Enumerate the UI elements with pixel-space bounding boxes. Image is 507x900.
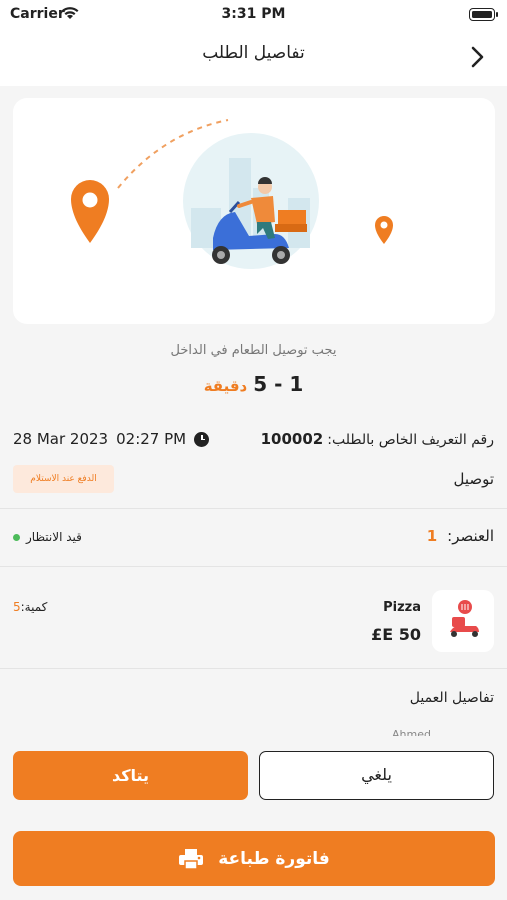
product-quantity: كمية:5 bbox=[13, 600, 47, 614]
divider bbox=[0, 566, 507, 567]
order-datetime: 28 Mar 2023 02:27 PM bbox=[13, 430, 210, 448]
product-price: £E 50 bbox=[371, 625, 421, 644]
payment-method-badge: الدفع عند الاستلام bbox=[13, 465, 114, 493]
qty-label: كمية: bbox=[20, 600, 48, 614]
delivery-type: توصيل bbox=[453, 470, 494, 488]
nav-bar: تفاصيل الطلب bbox=[0, 30, 507, 86]
customer-name: Ahmed bbox=[392, 728, 431, 736]
estimate-unit: دقيقة bbox=[203, 377, 248, 395]
estimate-label: يجب توصيل الطعام في الداخل bbox=[170, 343, 337, 358]
divider bbox=[0, 508, 507, 509]
print-invoice-button[interactable]: فاتورة طباعة bbox=[13, 831, 495, 886]
items-count-row: العنصر: 1 bbox=[427, 527, 494, 545]
product-name: Pizza bbox=[383, 600, 421, 615]
action-bar: يلغي يتاكد فاتورة طباعة bbox=[0, 740, 507, 900]
back-chevron-icon[interactable] bbox=[463, 42, 493, 72]
estimate-range: 1 - 5 bbox=[253, 372, 304, 396]
print-invoice-label: فاتورة طباعة bbox=[218, 848, 330, 869]
items-count: 1 bbox=[426, 527, 438, 545]
order-id-label: رقم التعريف الخاص بالطلب: bbox=[327, 432, 494, 448]
cancel-button[interactable]: يلغي bbox=[259, 751, 494, 800]
status-bar: Carrier 3:31 PM bbox=[0, 0, 507, 30]
delivery-scooter-illustration bbox=[71, 119, 393, 269]
qty-value: 5 bbox=[13, 600, 21, 614]
customer-section-title: تفاصيل العميل bbox=[409, 690, 494, 706]
page-title: تفاصيل الطلب bbox=[202, 43, 305, 63]
battery-icon bbox=[469, 8, 498, 21]
status-dot-icon bbox=[13, 533, 20, 541]
estimate-time: 1 - 5 دقيقة bbox=[0, 372, 507, 396]
product-image bbox=[432, 590, 494, 652]
order-date: 28 Mar 2023 bbox=[13, 430, 109, 448]
delivery-illustration bbox=[13, 98, 495, 324]
order-id-row: رقم التعريف الخاص بالطلب:100002 bbox=[261, 430, 494, 448]
order-status: قيد الانتظار bbox=[13, 530, 82, 544]
status-text: قيد الانتظار bbox=[26, 530, 82, 544]
order-time: 02:27 PM bbox=[116, 430, 187, 448]
order-id-value: 100002 bbox=[260, 430, 324, 448]
clock-time: 3:31 PM bbox=[221, 6, 286, 22]
items-label: العنصر: bbox=[447, 527, 494, 545]
food-delivery-icon bbox=[450, 600, 479, 637]
divider bbox=[0, 668, 507, 669]
clock-icon bbox=[194, 431, 210, 447]
printer-icon bbox=[179, 848, 204, 870]
confirm-button[interactable]: يتاكد bbox=[13, 751, 248, 800]
